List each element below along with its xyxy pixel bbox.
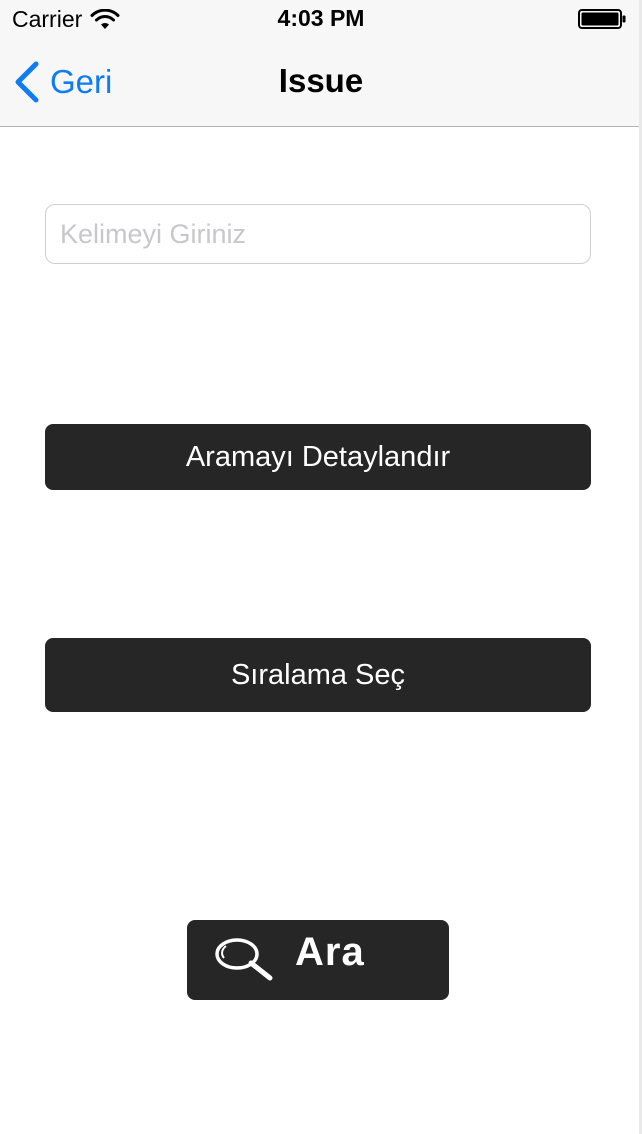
select-sort-label: Sıralama Seç [230,658,406,691]
status-time: 4:03 PM [277,5,365,31]
navigation-bar: Geri Issue [0,40,642,127]
select-sort-button[interactable]: Sıralama Seç [45,638,591,712]
nav-title: Issue [278,62,364,99]
magnifier-icon [215,938,273,981]
keyword-input[interactable] [45,204,591,264]
screen: Carrier 4:03 PM Geri Issue Aramayı Detay… [0,0,642,1134]
status-bar: Carrier 4:03 PM [0,0,642,40]
search-button-label: Ara [295,930,365,974]
refine-search-button[interactable]: Aramayı Detaylandır [45,424,591,490]
refine-search-label: Aramayı Detaylandır [185,440,451,473]
search-button[interactable]: Ara [187,920,449,1000]
battery-icon [578,9,626,29]
